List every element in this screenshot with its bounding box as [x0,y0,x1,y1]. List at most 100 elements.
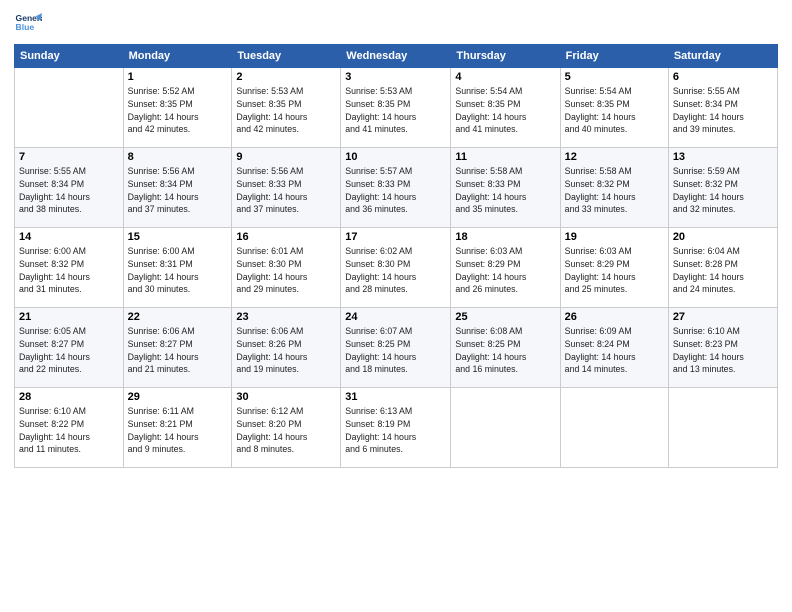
column-header-thursday: Thursday [451,45,560,68]
day-number: 30 [236,391,336,403]
day-cell: 19Sunrise: 6:03 AMSunset: 8:29 PMDayligh… [560,228,668,308]
column-header-friday: Friday [560,45,668,68]
day-number: 5 [565,71,664,83]
header: General Blue [14,10,778,38]
week-row-1: 1 Sunrise: 5:52 AMSunset: 8:35 PMDaylight… [15,68,778,148]
week-row-3: 14 Sunrise: 6:00 AMSunset: 8:32 PMDayligh… [15,228,778,308]
day-cell: 21 Sunrise: 6:05 AMSunset: 8:27 PMDayligh… [15,308,124,388]
week-row-4: 21 Sunrise: 6:05 AMSunset: 8:27 PMDayligh… [15,308,778,388]
day-cell: 27 Sunrise: 6:10 AMSunset: 8:23 PMDayligh… [668,308,777,388]
day-info: Sunrise: 6:09 AMSunset: 8:24 PMDaylight:… [565,325,664,376]
day-cell: 20 Sunrise: 6:04 AMSunset: 8:28 PMDayligh… [668,228,777,308]
day-info: Sunrise: 6:10 AMSunset: 8:22 PMDaylight:… [19,405,119,456]
day-cell: 5 Sunrise: 5:54 AMSunset: 8:35 PMDaylight… [560,68,668,148]
day-number: 9 [236,151,336,163]
day-number: 28 [19,391,119,403]
day-info: Sunrise: 5:58 AMSunset: 8:33 PMDaylight:… [455,165,555,216]
week-row-5: 28 Sunrise: 6:10 AMSunset: 8:22 PMDayligh… [15,388,778,468]
day-info: Sunrise: 6:06 AMSunset: 8:26 PMDaylight:… [236,325,336,376]
day-cell: 1 Sunrise: 5:52 AMSunset: 8:35 PMDaylight… [123,68,232,148]
day-info: Sunrise: 5:58 AMSunset: 8:32 PMDaylight:… [565,165,664,216]
day-number: 26 [565,311,664,323]
day-number: 20 [673,231,773,243]
day-info: Sunrise: 6:12 AMSunset: 8:20 PMDaylight:… [236,405,336,456]
day-info: Sunrise: 5:53 AMSunset: 8:35 PMDaylight:… [345,85,446,136]
day-number: 15 [128,231,228,243]
column-header-sunday: Sunday [15,45,124,68]
day-number: 14 [19,231,119,243]
day-cell: 3 Sunrise: 5:53 AMSunset: 8:35 PMDaylight… [341,68,451,148]
day-info: Sunrise: 5:57 AMSunset: 8:33 PMDaylight:… [345,165,446,216]
day-info: Sunrise: 5:55 AMSunset: 8:34 PMDaylight:… [673,85,773,136]
day-cell: 13 Sunrise: 5:59 AMSunset: 8:32 PMDayligh… [668,148,777,228]
day-cell: 9 Sunrise: 5:56 AMSunset: 8:33 PMDaylight… [232,148,341,228]
day-cell: 4 Sunrise: 5:54 AMSunset: 8:35 PMDaylight… [451,68,560,148]
day-info: Sunrise: 6:03 AMSunset: 8:29 PMDaylight:… [455,245,555,296]
day-number: 3 [345,71,446,83]
day-cell [451,388,560,468]
day-info: Sunrise: 5:56 AMSunset: 8:34 PMDaylight:… [128,165,228,216]
day-number: 2 [236,71,336,83]
day-number: 16 [236,231,336,243]
day-number: 27 [673,311,773,323]
day-info: Sunrise: 6:07 AMSunset: 8:25 PMDaylight:… [345,325,446,376]
day-cell: 12Sunrise: 5:58 AMSunset: 8:32 PMDayligh… [560,148,668,228]
svg-text:Blue: Blue [16,22,35,32]
day-info: Sunrise: 5:54 AMSunset: 8:35 PMDaylight:… [565,85,664,136]
day-cell: 10 Sunrise: 5:57 AMSunset: 8:33 PMDayligh… [341,148,451,228]
day-info: Sunrise: 6:04 AMSunset: 8:28 PMDaylight:… [673,245,773,296]
day-number: 17 [345,231,446,243]
day-cell: 25 Sunrise: 6:08 AMSunset: 8:25 PMDayligh… [451,308,560,388]
column-header-tuesday: Tuesday [232,45,341,68]
day-info: Sunrise: 6:00 AMSunset: 8:32 PMDaylight:… [19,245,119,296]
week-row-2: 7 Sunrise: 5:55 AMSunset: 8:34 PMDaylight… [15,148,778,228]
day-info: Sunrise: 5:54 AMSunset: 8:35 PMDaylight:… [455,85,555,136]
day-cell: 30 Sunrise: 6:12 AMSunset: 8:20 PMDayligh… [232,388,341,468]
day-cell: 15 Sunrise: 6:00 AMSunset: 8:31 PMDayligh… [123,228,232,308]
page-container: General Blue SundayMondayTuesdayWednesda… [0,0,792,476]
column-header-saturday: Saturday [668,45,777,68]
day-cell: 26 Sunrise: 6:09 AMSunset: 8:24 PMDayligh… [560,308,668,388]
day-number: 19 [565,231,664,243]
day-number: 10 [345,151,446,163]
day-info: Sunrise: 6:08 AMSunset: 8:25 PMDaylight:… [455,325,555,376]
day-info: Sunrise: 6:00 AMSunset: 8:31 PMDaylight:… [128,245,228,296]
day-number: 1 [128,71,228,83]
day-info: Sunrise: 6:01 AMSunset: 8:30 PMDaylight:… [236,245,336,296]
day-cell: 23 Sunrise: 6:06 AMSunset: 8:26 PMDayligh… [232,308,341,388]
day-cell: 28 Sunrise: 6:10 AMSunset: 8:22 PMDayligh… [15,388,124,468]
day-cell: 7 Sunrise: 5:55 AMSunset: 8:34 PMDaylight… [15,148,124,228]
day-info: Sunrise: 6:02 AMSunset: 8:30 PMDaylight:… [345,245,446,296]
day-number: 23 [236,311,336,323]
day-info: Sunrise: 6:13 AMSunset: 8:19 PMDaylight:… [345,405,446,456]
day-cell: 16 Sunrise: 6:01 AMSunset: 8:30 PMDayligh… [232,228,341,308]
day-info: Sunrise: 5:55 AMSunset: 8:34 PMDaylight:… [19,165,119,216]
day-number: 13 [673,151,773,163]
day-number: 6 [673,71,773,83]
day-number: 31 [345,391,446,403]
day-number: 18 [455,231,555,243]
day-info: Sunrise: 6:11 AMSunset: 8:21 PMDaylight:… [128,405,228,456]
day-info: Sunrise: 5:56 AMSunset: 8:33 PMDaylight:… [236,165,336,216]
day-number: 4 [455,71,555,83]
day-number: 24 [345,311,446,323]
day-number: 25 [455,311,555,323]
day-info: Sunrise: 5:52 AMSunset: 8:35 PMDaylight:… [128,85,228,136]
day-info: Sunrise: 6:06 AMSunset: 8:27 PMDaylight:… [128,325,228,376]
day-cell: 11Sunrise: 5:58 AMSunset: 8:33 PMDayligh… [451,148,560,228]
day-cell: 8 Sunrise: 5:56 AMSunset: 8:34 PMDaylight… [123,148,232,228]
day-number: 22 [128,311,228,323]
column-header-wednesday: Wednesday [341,45,451,68]
day-number: 8 [128,151,228,163]
day-info: Sunrise: 5:53 AMSunset: 8:35 PMDaylight:… [236,85,336,136]
day-cell: 2 Sunrise: 5:53 AMSunset: 8:35 PMDaylight… [232,68,341,148]
day-cell: 18 Sunrise: 6:03 AMSunset: 8:29 PMDayligh… [451,228,560,308]
column-header-monday: Monday [123,45,232,68]
day-number: 21 [19,311,119,323]
day-number: 7 [19,151,119,163]
day-info: Sunrise: 6:10 AMSunset: 8:23 PMDaylight:… [673,325,773,376]
day-cell [15,68,124,148]
day-cell [668,388,777,468]
day-info: Sunrise: 5:59 AMSunset: 8:32 PMDaylight:… [673,165,773,216]
day-info: Sunrise: 6:05 AMSunset: 8:27 PMDaylight:… [19,325,119,376]
